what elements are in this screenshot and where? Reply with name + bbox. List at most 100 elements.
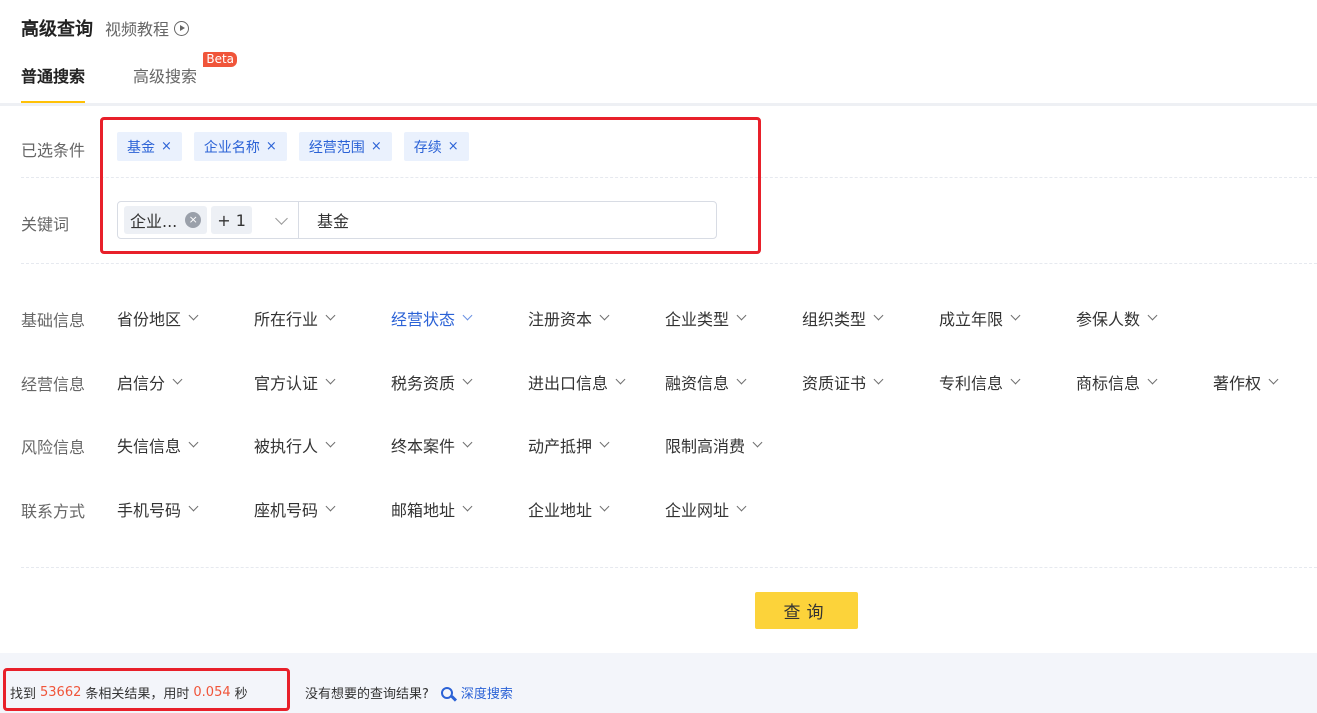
chevron-down-icon (599, 310, 610, 321)
filter-trademarks[interactable]: 商标信息 (1076, 367, 1158, 397)
divider (21, 263, 1317, 264)
selected-conditions-label: 已选条件 (21, 141, 86, 160)
chevron-down-icon (462, 310, 473, 321)
clear-icon[interactable]: × (185, 212, 202, 228)
filter-certificates[interactable]: 资质证书 (802, 367, 884, 397)
filter-company-type[interactable]: 企业类型 (665, 303, 747, 333)
chip-label: 企业名称 (203, 139, 260, 156)
tab-normal-search[interactable]: 普通搜索 (21, 56, 86, 104)
result-prefix: 找到 (10, 687, 37, 702)
filter-row-basic: 基础信息 省份地区 所在行业 经营状态 注册资本 企业类型 组织类型 成立年限 … (0, 303, 1317, 333)
help-text: 没有想要的查询结果? (305, 687, 429, 702)
selected-chips: 基金 × 企业名称 × 经营范围 × 存续 × (117, 132, 469, 161)
filter-dishonest[interactable]: 失信信息 (117, 430, 199, 460)
filter-address[interactable]: 企业地址 (528, 494, 610, 524)
condition-chip: 企业名称 × (193, 132, 287, 161)
filter-official-cert[interactable]: 官方认证 (254, 367, 336, 397)
play-circle-icon (174, 20, 190, 36)
filter-import-export[interactable]: 进出口信息 (528, 367, 626, 397)
chevron-down-icon (325, 501, 336, 512)
keyword-input[interactable] (299, 202, 716, 238)
filter-insured-count[interactable]: 参保人数 (1076, 303, 1158, 333)
filter-org-type[interactable]: 组织类型 (802, 303, 884, 333)
filter-industry[interactable]: 所在行业 (254, 303, 336, 333)
filter-row-operation: 经营信息 启信分 官方认证 税务资质 进出口信息 融资信息 资质证书 专利信息 … (0, 367, 1317, 397)
chevron-down-icon (172, 374, 183, 385)
result-time: 0.054 (193, 685, 231, 700)
close-icon[interactable]: × (161, 139, 172, 154)
chevron-down-icon (1268, 374, 1279, 385)
search-icon (440, 686, 453, 699)
beta-badge: Beta (203, 52, 238, 67)
filter-patents[interactable]: 专利信息 (939, 367, 1021, 397)
filter-copyright[interactable]: 著作权 (1213, 367, 1279, 397)
filter-financing[interactable]: 融资信息 (665, 367, 747, 397)
chevron-down-icon (599, 501, 610, 512)
filter-credit-score[interactable]: 启信分 (117, 367, 183, 397)
tab-advanced-search[interactable]: 高级搜索 Beta (133, 52, 238, 104)
filter-years-established[interactable]: 成立年限 (939, 303, 1021, 333)
chevron-down-icon (752, 437, 763, 448)
filter-business-status[interactable]: 经营状态 (391, 303, 473, 333)
condition-chip: 存续 × (403, 132, 469, 161)
chevron-down-icon (599, 437, 610, 448)
close-icon[interactable]: × (371, 139, 382, 154)
result-bar: 找到 53662 条相关结果，用时 0.054 秒 没有想要的查询结果? 深度搜… (0, 653, 1317, 713)
condition-chip: 基金 × (117, 132, 182, 161)
keyword-label: 关键词 (21, 215, 70, 234)
filter-mobile[interactable]: 手机号码 (117, 494, 199, 524)
tab-label: 普通搜索 (21, 67, 86, 86)
search-tabs: 普通搜索 高级搜索 Beta (21, 52, 245, 104)
chevron-down-icon (462, 501, 473, 512)
filter-consumption-limit[interactable]: 限制高消费 (665, 430, 763, 460)
filter-executed-person[interactable]: 被执行人 (254, 430, 336, 460)
filter-terminated-cases[interactable]: 终本案件 (391, 430, 473, 460)
filter-tax-qualification[interactable]: 税务资质 (391, 367, 473, 397)
divider (21, 177, 1317, 178)
close-icon[interactable]: × (266, 139, 277, 154)
result-suffix: 秒 (234, 687, 248, 702)
filter-chattel-mortgage[interactable]: 动产抵押 (528, 430, 610, 460)
filter-row-risk: 风险信息 失信信息 被执行人 终本案件 动产抵押 限制高消费 (0, 430, 1317, 460)
chevron-down-icon (1147, 310, 1158, 321)
keyword-field-select[interactable]: 企业... × + 1 (118, 202, 299, 238)
video-tutorial-link[interactable]: 视频教程 (105, 16, 190, 40)
chevron-down-icon (873, 310, 884, 321)
chevron-down-icon (462, 437, 473, 448)
keyword-search-box: 企业... × + 1 (117, 201, 717, 239)
chip-label: 经营范围 (308, 139, 365, 156)
chevron-down-icon (188, 437, 199, 448)
chevron-down-icon (325, 310, 336, 321)
chevron-down-icon (736, 501, 747, 512)
filter-website[interactable]: 企业网址 (665, 494, 747, 524)
filter-group-label: 联系方式 (21, 502, 86, 521)
filter-registered-capital[interactable]: 注册资本 (528, 303, 610, 333)
filter-group-label: 风险信息 (21, 438, 86, 457)
tab-label: 高级搜索 (133, 67, 198, 86)
filter-landline[interactable]: 座机号码 (254, 494, 336, 524)
chevron-down-icon (873, 374, 884, 385)
result-help: 没有想要的查询结果? 深度搜索 (305, 683, 513, 702)
page-header: 高级查询 视频教程 (21, 14, 190, 42)
field-tag-label: 企业... (130, 212, 178, 231)
result-count: 53662 (40, 685, 82, 700)
filter-row-contact: 联系方式 手机号码 座机号码 邮箱地址 企业地址 企业网址 (0, 494, 1317, 524)
chevron-down-icon (188, 310, 199, 321)
chevron-down-icon (325, 374, 336, 385)
chevron-down-icon (325, 437, 336, 448)
filter-email[interactable]: 邮箱地址 (391, 494, 473, 524)
filter-group-label: 基础信息 (21, 311, 86, 330)
query-button[interactable]: 查询 (755, 592, 858, 629)
filter-province[interactable]: 省份地区 (117, 303, 199, 333)
close-icon[interactable]: × (448, 139, 459, 154)
chevron-down-icon (736, 310, 747, 321)
chevron-down-icon (462, 374, 473, 385)
page-title: 高级查询 (21, 19, 93, 40)
chip-label: 基金 (127, 139, 155, 156)
chevron-down-icon (615, 374, 626, 385)
condition-chip: 经营范围 × (298, 132, 392, 161)
deep-search-link[interactable]: 深度搜索 (440, 683, 513, 702)
result-middle: 条相关结果，用时 (85, 687, 190, 702)
chevron-down-icon[interactable] (275, 212, 288, 225)
chevron-down-icon (1147, 374, 1158, 385)
